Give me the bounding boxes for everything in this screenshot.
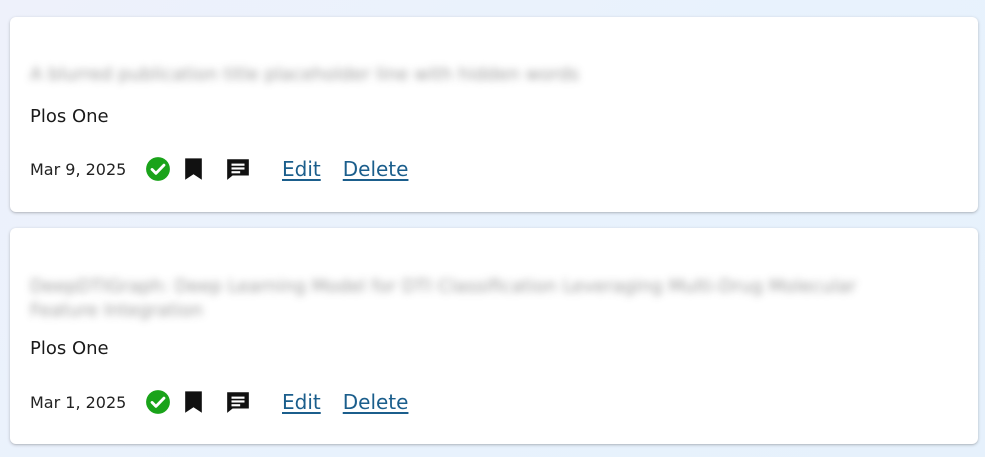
edit-link[interactable]: Edit xyxy=(282,157,321,181)
edit-link[interactable]: Edit xyxy=(282,390,321,414)
delete-link[interactable]: Delete xyxy=(343,390,409,414)
check-circle-icon xyxy=(144,155,172,183)
bookmark-icon[interactable] xyxy=(182,389,204,415)
publication-card: A blurred publication title placeholder … xyxy=(10,17,978,212)
bookmark-icon[interactable] xyxy=(182,156,204,182)
publication-title[interactable]: DeepDTIGraph: Deep Learning Model for DT… xyxy=(30,275,920,327)
publication-date: Mar 1, 2025 xyxy=(30,392,127,412)
publication-meta-row: Mar 9, 2025 Edit Delete xyxy=(30,154,408,184)
journal-name: Plos One xyxy=(30,106,109,127)
delete-link[interactable]: Delete xyxy=(343,157,409,181)
publication-card: DeepDTIGraph: Deep Learning Model for DT… xyxy=(10,228,978,444)
publication-date: Mar 9, 2025 xyxy=(30,159,127,179)
check-circle-icon xyxy=(144,388,172,416)
journal-name: Plos One xyxy=(30,338,109,359)
comment-icon[interactable] xyxy=(224,155,252,183)
publication-title[interactable]: A blurred publication title placeholder … xyxy=(30,63,578,91)
publication-meta-row: Mar 1, 2025 Edit Delete xyxy=(30,387,408,417)
comment-icon[interactable] xyxy=(224,388,252,416)
